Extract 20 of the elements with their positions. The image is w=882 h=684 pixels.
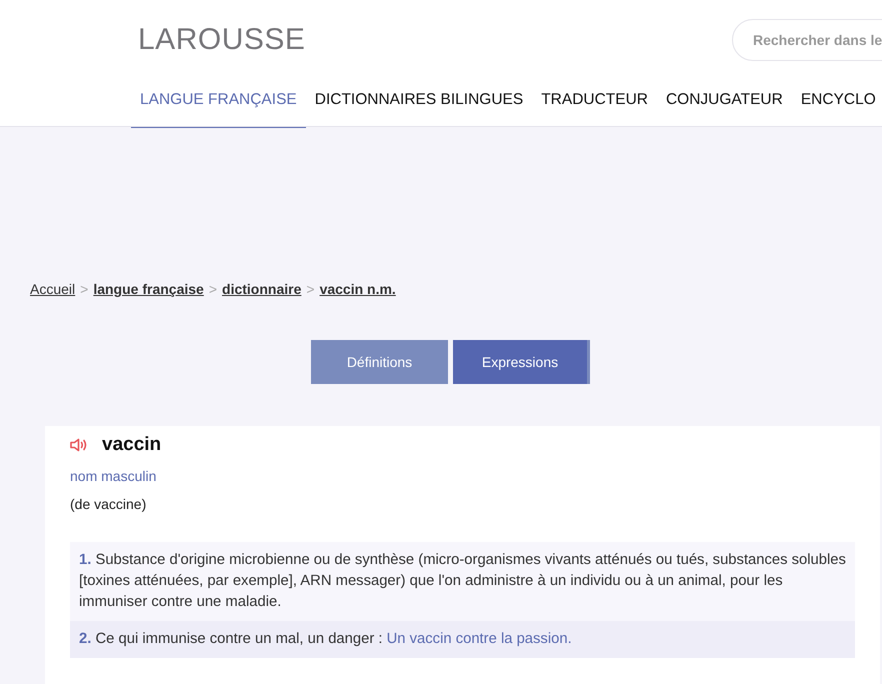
nav-tab[interactable]: TRADUCTEUR bbox=[532, 80, 657, 127]
nav-tab[interactable]: DICTIONNAIRES BILINGUES bbox=[306, 80, 532, 127]
site-logo[interactable]: LAROUSSE bbox=[138, 23, 306, 57]
definition-item: 2. Ce qui immunise contre un mal, un danger : Un vaccin contre la passion. bbox=[70, 621, 855, 658]
breadcrumb-link[interactable]: vaccin n.m. bbox=[320, 281, 396, 297]
grammatical-category: nom masculin bbox=[70, 468, 158, 484]
nav-tab[interactable]: CONJUGATEUR bbox=[656, 80, 792, 127]
breadcrumb-separator: > bbox=[80, 281, 88, 297]
breadcrumb-link[interactable]: dictionnaire bbox=[222, 281, 302, 297]
etymology: (de vaccine) bbox=[70, 496, 148, 512]
breadcrumb-separator: > bbox=[306, 281, 315, 297]
section-tab[interactable]: Expressions bbox=[453, 340, 590, 384]
breadcrumb-link[interactable]: langue française bbox=[93, 281, 204, 297]
search-field[interactable]: Rechercher dans le bbox=[732, 19, 882, 61]
breadcrumb-link[interactable]: Accueil bbox=[30, 281, 76, 297]
definition-item: 1. Substance d'origine microbienne ou de synthèse (micro-organismes vivants atténués ou tués, substances solubles [toxines atténuées, par exemple], ARN messager) que l'on administre à un individu ou à un animal, pour les immuniser contre une maladie. bbox=[70, 542, 855, 621]
nav-tab[interactable]: ENCYCLO bbox=[792, 80, 882, 127]
nav-tab[interactable]: LANGUE FRANÇAISE bbox=[131, 80, 306, 128]
entry-word: vaccin bbox=[102, 434, 162, 456]
breadcrumb-separator: > bbox=[208, 281, 218, 297]
